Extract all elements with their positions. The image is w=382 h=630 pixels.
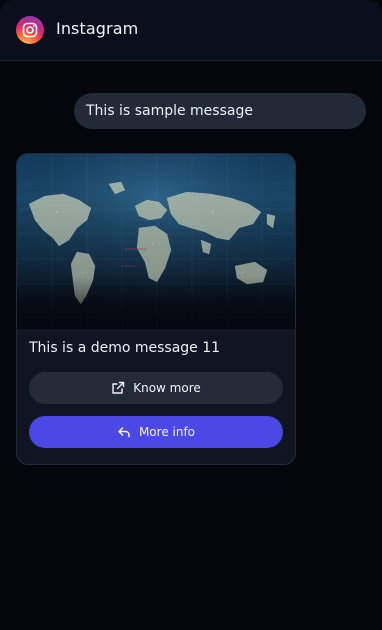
know-more-button[interactable]: Know more (29, 372, 283, 404)
card-image-world-map (17, 154, 295, 329)
more-info-button[interactable]: More info (29, 416, 283, 448)
more-info-label: More info (138, 425, 196, 439)
reply-icon (117, 425, 131, 439)
rich-message-card: This is a demo message 11 Know more More… (16, 153, 296, 465)
outgoing-message-text: This is sample message (86, 103, 253, 119)
instagram-logo-icon (16, 16, 44, 44)
external-link-icon (111, 381, 125, 395)
app-title: Instagram (56, 19, 139, 38)
chat-screen: Instagram This is sample message This is… (0, 0, 382, 630)
chat-header: Instagram (0, 0, 382, 61)
card-message-text: This is a demo message 11 (29, 340, 221, 356)
outgoing-message-bubble: This is sample message (74, 93, 366, 129)
know-more-label: Know more (133, 381, 201, 395)
